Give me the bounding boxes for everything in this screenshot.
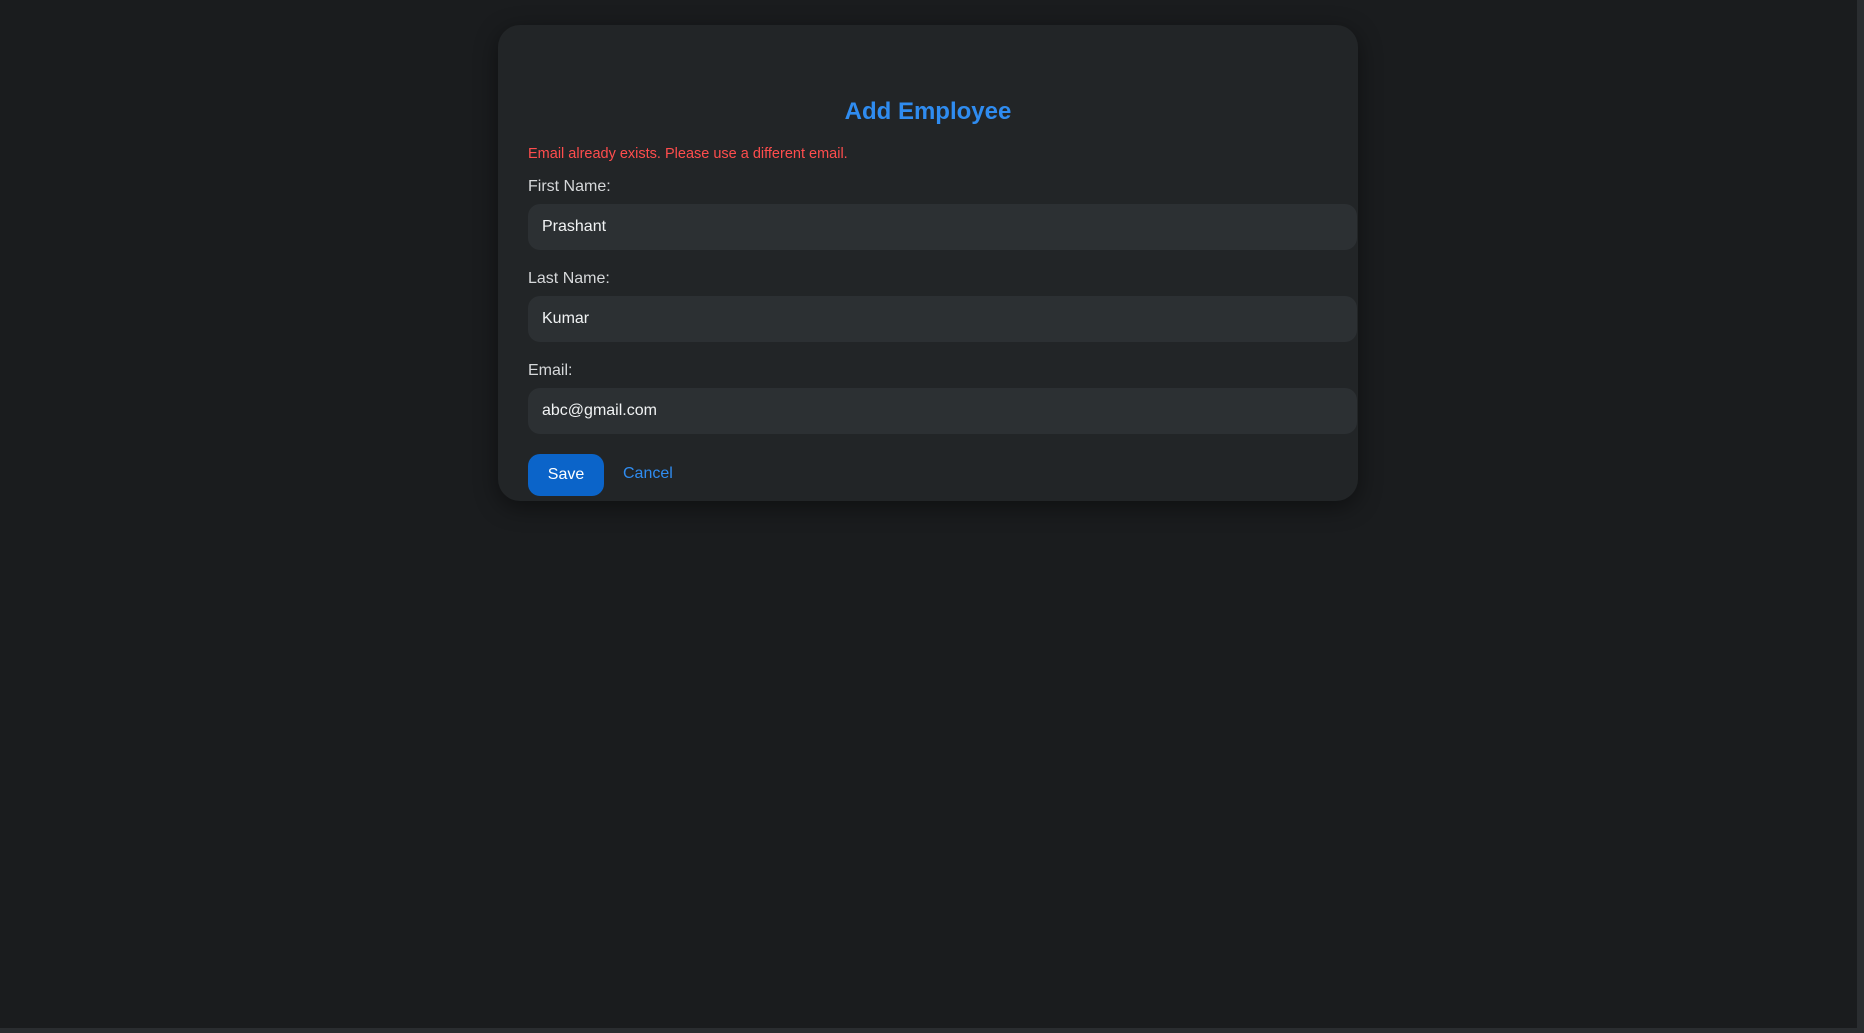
- last-name-label: Last Name:: [528, 270, 610, 287]
- page-title: Add Employee: [844, 98, 1012, 125]
- first-name-label: First Name:: [528, 178, 611, 195]
- error-message: Email already exists. Please use a diffe…: [528, 146, 848, 162]
- email-input[interactable]: [528, 388, 1357, 434]
- add-employee-card: Add Employee Email already exists. Pleas…: [498, 25, 1358, 501]
- first-name-input[interactable]: [528, 204, 1357, 250]
- save-button[interactable]: Save: [528, 454, 604, 496]
- page: Add Employee Email already exists. Pleas…: [0, 0, 1864, 1033]
- last-name-input[interactable]: [528, 296, 1357, 342]
- horizontal-scrollbar[interactable]: [0, 1028, 1864, 1033]
- cancel-link[interactable]: Cancel: [623, 465, 673, 483]
- vertical-scrollbar[interactable]: [1857, 0, 1864, 1033]
- email-label: Email:: [528, 362, 573, 379]
